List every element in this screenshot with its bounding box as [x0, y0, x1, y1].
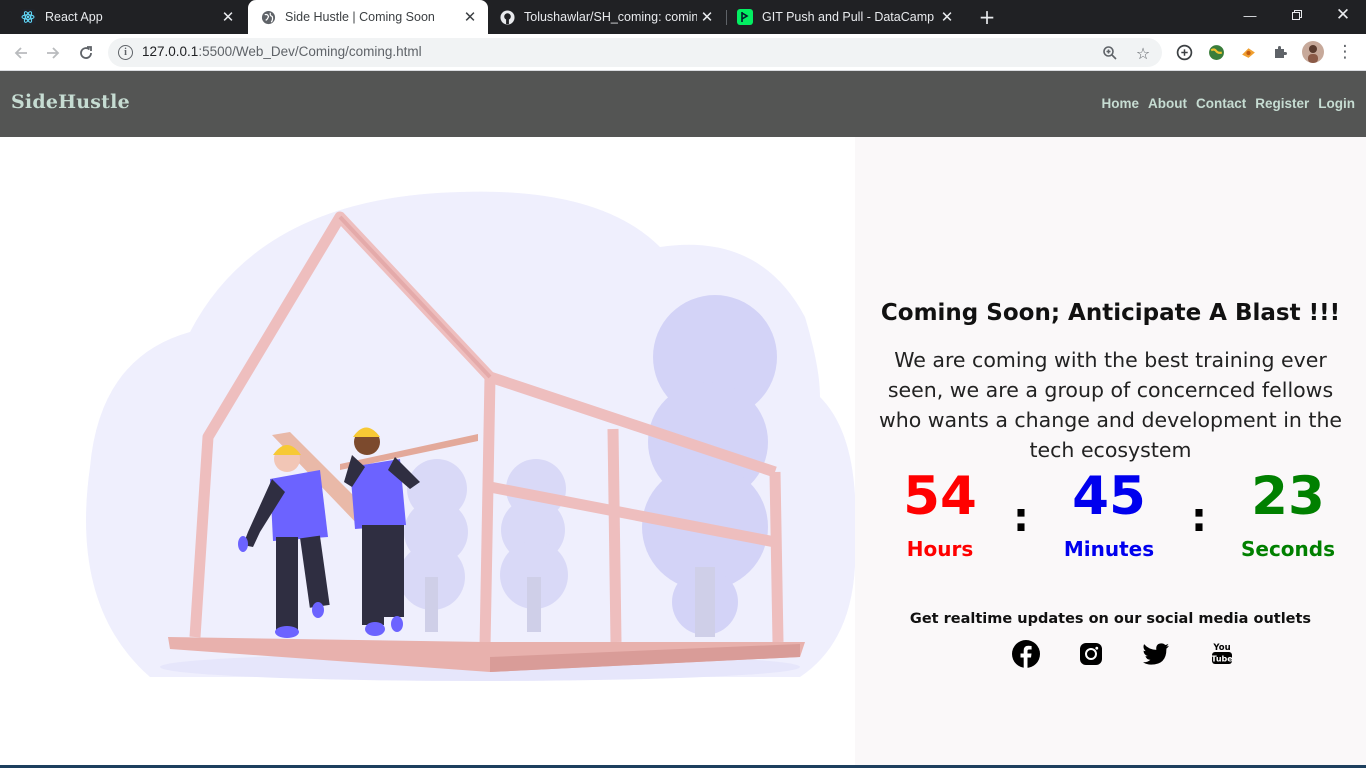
nav-link-register[interactable]: Register	[1255, 96, 1309, 111]
countdown-colon: :	[1013, 495, 1029, 541]
address-bar[interactable]: i 127.0.0.1:5500/Web_Dev/Coming/coming.h…	[108, 38, 1162, 67]
youtube-icon[interactable]: You Tube	[1207, 639, 1237, 669]
nav-link-contact[interactable]: Contact	[1196, 96, 1246, 111]
nav-link-login[interactable]: Login	[1318, 96, 1355, 111]
puzzle-icon[interactable]	[1271, 43, 1289, 61]
instagram-icon[interactable]	[1076, 639, 1106, 669]
countdown-hours: 54	[903, 466, 977, 527]
hero-illustration-panel	[0, 137, 856, 768]
countdown-hours-label: Hours	[906, 537, 974, 561]
countdown-minutes: 45	[1072, 466, 1146, 527]
close-window-button[interactable]: ✕	[1330, 4, 1356, 26]
react-icon	[20, 9, 36, 25]
reload-icon[interactable]	[74, 41, 98, 65]
tab-title: GIT Push and Pull - DataCamp	[762, 10, 935, 24]
svg-text:Tube: Tube	[1211, 655, 1233, 664]
construction-illustration	[86, 191, 856, 681]
github-icon	[499, 9, 515, 25]
minimize-button[interactable]: —	[1237, 4, 1263, 26]
more-menu-icon[interactable]: ⋮	[1336, 42, 1354, 62]
lens-extension-icon[interactable]	[1239, 43, 1257, 61]
coming-soon-panel: Coming Soon; Anticipate A Blast !!! We a…	[855, 137, 1366, 768]
url-text: 127.0.0.1:5500/Web_Dev/Coming/coming.htm…	[142, 44, 422, 59]
globe-extension-icon[interactable]	[1207, 43, 1225, 61]
close-icon[interactable]: ✕	[218, 7, 238, 27]
url-path: :5500/Web_Dev/Coming/coming.html	[198, 44, 422, 59]
brand-logo[interactable]: SideHustle	[11, 91, 130, 113]
avatar[interactable]	[1302, 41, 1324, 63]
back-arrow-icon[interactable]	[9, 41, 33, 65]
close-icon[interactable]: ✕	[460, 7, 480, 27]
tab-github[interactable]: Tolushawlar/SH_coming: coming ✕	[489, 0, 725, 34]
browser-toolbar: i 127.0.0.1:5500/Web_Dev/Coming/coming.h…	[0, 34, 1366, 71]
tab-datacamp[interactable]: GIT Push and Pull - DataCamp ✕	[727, 0, 965, 34]
zoom-icon[interactable]	[1100, 43, 1120, 63]
countdown-colon: :	[1191, 495, 1207, 541]
star-icon[interactable]: ☆	[1133, 43, 1153, 63]
datacamp-icon	[737, 9, 753, 25]
nav-link-home[interactable]: Home	[1101, 96, 1139, 111]
url-host: 127.0.0.1	[142, 44, 199, 59]
info-icon[interactable]: i	[118, 45, 133, 60]
tab-title: React App	[45, 10, 103, 24]
facebook-icon[interactable]	[1011, 639, 1041, 669]
countdown-minutes-label: Minutes	[1063, 537, 1155, 561]
close-icon[interactable]: ✕	[937, 7, 957, 27]
countdown-seconds: 23	[1251, 466, 1325, 527]
social-caption: Get realtime updates on our social media…	[909, 611, 1312, 627]
tab-react-app[interactable]: React App ✕	[2, 0, 246, 34]
svg-text:You: You	[1212, 643, 1230, 653]
close-icon[interactable]: ✕	[697, 7, 717, 27]
nav-links: Home About Contact Register Login	[1101, 96, 1355, 111]
tab-title: Tolushawlar/SH_coming: coming	[524, 10, 697, 24]
restore-button[interactable]	[1284, 4, 1310, 26]
page-title: Coming Soon; Anticipate A Blast !!!	[880, 300, 1341, 326]
globe-icon	[260, 9, 276, 25]
countdown-seconds-label: Seconds	[1240, 537, 1336, 561]
tab-title: Side Hustle | Coming Soon	[285, 10, 435, 24]
twitter-icon[interactable]	[1141, 639, 1171, 669]
new-tab-button[interactable]: +	[976, 5, 998, 29]
tab-side-hustle[interactable]: Side Hustle | Coming Soon ✕	[248, 0, 488, 34]
site-navbar: SideHustle Home About Contact Register L…	[0, 71, 1366, 137]
nav-link-about[interactable]: About	[1148, 96, 1187, 111]
sync-extension-icon[interactable]	[1175, 43, 1193, 61]
forward-arrow-icon[interactable]	[41, 41, 65, 65]
browser-tab-bar: React App ✕ Side Hustle | Coming Soon ✕ …	[0, 0, 1366, 34]
description-text: We are coming with the best training eve…	[878, 348, 1343, 462]
